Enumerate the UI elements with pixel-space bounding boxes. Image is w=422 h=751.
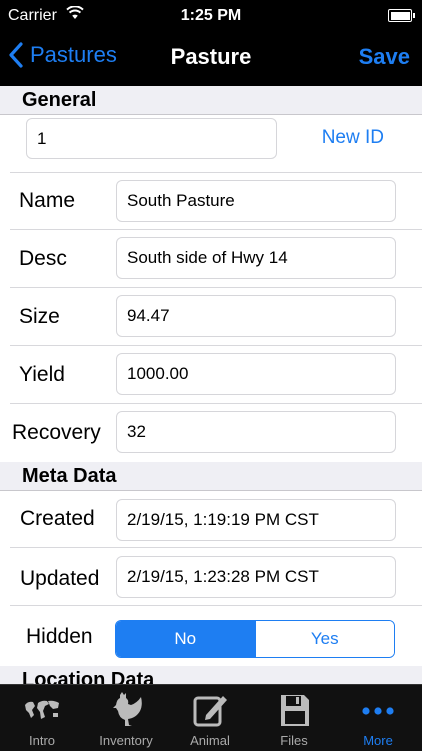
tab-inventory[interactable]: Inventory — [84, 685, 168, 751]
name-label: Name — [19, 189, 76, 212]
edit-icon — [193, 696, 227, 727]
battery-icon — [388, 9, 415, 22]
tab-inventory-label: Inventory — [99, 733, 153, 748]
name-row: Name South Pasture — [0, 173, 422, 230]
rooster-icon — [113, 692, 142, 726]
recovery-row: Recovery 32 — [0, 404, 422, 462]
tab-more-label: More — [363, 733, 393, 748]
tab-intro[interactable]: Intro — [0, 685, 84, 751]
status-time: 1:25 PM — [180, 7, 242, 24]
size-row: Size 94.47 — [0, 288, 422, 346]
created-row: Created 2/19/15, 1:19:19 PM CST — [0, 491, 422, 548]
tab-animal-label: Animal — [190, 733, 230, 748]
id-field[interactable]: 1 — [26, 118, 277, 159]
section-title-general: General — [22, 89, 97, 111]
tab-bar: Intro Inventory Animal Files More — [0, 684, 422, 751]
desc-row: Desc South side of Hwy 14 — [0, 230, 422, 288]
hidden-no-option[interactable]: No — [116, 621, 255, 657]
created-field: 2/19/15, 1:19:19 PM CST — [116, 499, 396, 541]
updated-field: 2/19/15, 1:23:28 PM CST — [116, 556, 396, 598]
recovery-label: Recovery — [12, 421, 101, 444]
world-map-icon — [25, 700, 59, 719]
tab-intro-label: Intro — [28, 733, 55, 748]
floppy-disk-icon — [281, 695, 309, 726]
status-bar: Carrier 1:25 PM — [0, 0, 422, 32]
tab-files-label: Files — [280, 733, 308, 748]
recovery-field[interactable]: 32 — [116, 411, 396, 453]
section-header-general: General — [0, 86, 422, 115]
tab-files[interactable]: Files — [252, 685, 336, 751]
form-content[interactable]: General 1 New ID Name South Pasture Desc… — [0, 86, 422, 684]
section-title-meta: Meta Data — [22, 465, 117, 487]
size-label: Size — [19, 305, 60, 328]
hidden-row: Hidden No Yes — [0, 606, 422, 666]
section-header-meta: Meta Data — [0, 462, 422, 491]
hidden-segmented-control[interactable]: No Yes — [115, 620, 395, 658]
updated-row: Updated 2/19/15, 1:23:28 PM CST — [0, 548, 422, 606]
yield-row: Yield 1000.00 — [0, 346, 422, 404]
id-row: 1 New ID — [0, 115, 422, 173]
tab-more[interactable]: More — [336, 685, 420, 751]
created-label: Created — [20, 507, 95, 530]
desc-label: Desc — [19, 247, 67, 270]
yield-label: Yield — [19, 363, 65, 386]
save-button[interactable]: Save — [359, 44, 410, 70]
hidden-label: Hidden — [26, 625, 93, 648]
yield-field[interactable]: 1000.00 — [116, 353, 396, 395]
size-field[interactable]: 94.47 — [116, 295, 396, 337]
more-dots-icon — [362, 707, 394, 715]
navigation-bar: Pastures Pasture Save — [0, 32, 422, 86]
section-title-location: Location Data — [22, 669, 155, 684]
name-field[interactable]: South Pasture — [116, 180, 396, 222]
hidden-yes-option[interactable]: Yes — [254, 621, 394, 657]
updated-label: Updated — [20, 567, 100, 590]
desc-field[interactable]: South side of Hwy 14 — [116, 237, 396, 279]
tab-animal[interactable]: Animal — [168, 685, 252, 751]
new-id-button[interactable]: New ID — [322, 127, 384, 149]
section-header-location: Location Data — [0, 666, 422, 684]
